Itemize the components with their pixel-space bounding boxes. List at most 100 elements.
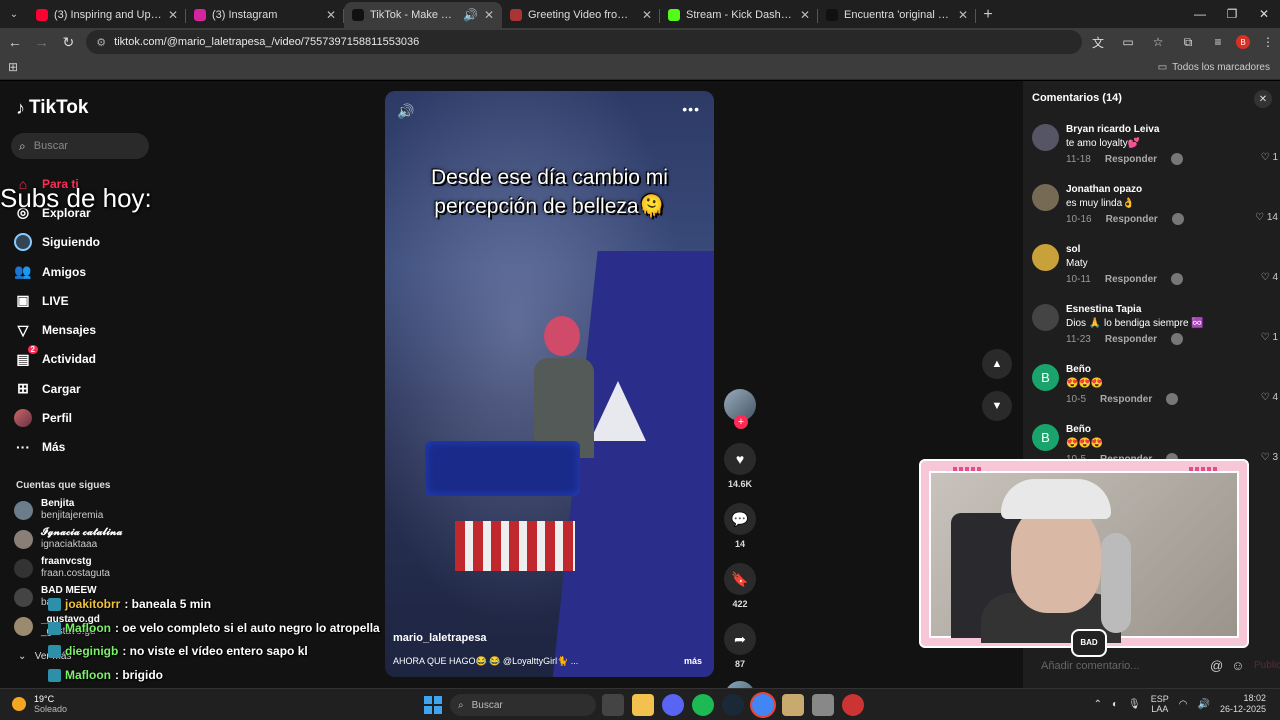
avatar[interactable]: B: [1032, 364, 1059, 391]
chrome-icon[interactable]: [752, 694, 774, 716]
apps-icon[interactable]: ⊞: [8, 60, 18, 74]
menu-icon[interactable]: ⋮: [1256, 30, 1280, 54]
volume-icon[interactable]: 🔊: [397, 103, 414, 120]
reply-button[interactable]: Responder: [1105, 274, 1157, 285]
browser-tab[interactable]: Stream - Kick Dashboard ✕: [660, 2, 818, 28]
search-input[interactable]: ⌕ Buscar: [11, 133, 149, 159]
nav-item-más[interactable]: ··· Más: [14, 433, 100, 462]
clock[interactable]: 18:02 26-12-2025: [1220, 693, 1266, 715]
steam-icon[interactable]: [722, 694, 744, 716]
spotify-icon[interactable]: [692, 694, 714, 716]
reply-button[interactable]: Responder: [1105, 154, 1157, 165]
creator-avatar[interactable]: +: [724, 389, 756, 429]
tab-close-icon[interactable]: ✕: [326, 8, 336, 22]
video-player[interactable]: Desde ese día cambio mi percepción de be…: [385, 91, 714, 677]
profile-avatar[interactable]: B: [1235, 35, 1250, 49]
task-view-icon[interactable]: [602, 694, 624, 716]
taskbar-search[interactable]: ⌕ Buscar: [450, 694, 596, 716]
site-info-icon[interactable]: ⚙: [96, 36, 106, 49]
comment-like-button[interactable]: ♡ 14: [1255, 212, 1278, 223]
discord-icon[interactable]: [662, 694, 684, 716]
share-button[interactable]: ➦: [724, 623, 756, 655]
browser-tab[interactable]: Greeting Video from Africa – de ✕: [502, 2, 660, 28]
forward-icon[interactable]: →: [30, 30, 54, 54]
comment-author[interactable]: Beño: [1066, 424, 1091, 435]
comment-like-button[interactable]: ♡ 3: [1261, 452, 1278, 463]
comment-author[interactable]: Beño: [1066, 364, 1091, 375]
start-button[interactable]: [424, 696, 442, 714]
browser-tab[interactable]: (3) Inspiring and Uplifting Back ✕: [28, 2, 186, 28]
restore-icon[interactable]: ❐: [1216, 0, 1248, 28]
comment-author[interactable]: Bryan ricardo Leiva: [1066, 124, 1159, 135]
tab-close-icon[interactable]: ✕: [958, 8, 968, 22]
nav-item-actividad[interactable]: ▤ 2 Actividad: [14, 345, 100, 374]
save-button[interactable]: 🔖: [724, 563, 756, 595]
comment-button[interactable]: 💬: [724, 503, 756, 535]
chevron-up-icon[interactable]: ⌃: [1094, 699, 1102, 710]
close-comments-button[interactable]: ✕: [1254, 90, 1272, 108]
nav-item-mensajes[interactable]: ▽ Mensajes: [14, 315, 100, 344]
publish-button[interactable]: Publicar: [1254, 660, 1280, 671]
browser-tab[interactable]: (3) Instagram ✕: [186, 2, 344, 28]
network-icon[interactable]: ◐: [1112, 699, 1118, 710]
tab-close-icon[interactable]: ✕: [642, 8, 652, 22]
all-bookmarks[interactable]: ▭ Todos los marcadores: [1158, 62, 1270, 73]
tab-close-icon[interactable]: ✕: [168, 8, 178, 22]
app-icon[interactable]: [842, 694, 864, 716]
wifi-icon[interactable]: ◠: [1179, 699, 1188, 710]
file-explorer-icon[interactable]: [632, 694, 654, 716]
back-icon[interactable]: ←: [3, 30, 27, 54]
followed-account[interactable]: Benjita benjitajeremia: [14, 498, 103, 522]
next-video-button[interactable]: ▼: [982, 391, 1012, 421]
browser-tab[interactable]: TikTok - Make Your Day 🔊 ✕: [344, 2, 502, 28]
video-more-icon[interactable]: •••: [682, 101, 700, 117]
minimize-icon[interactable]: —: [1184, 0, 1216, 28]
reply-button[interactable]: Responder: [1100, 394, 1152, 405]
reply-button[interactable]: Responder: [1106, 214, 1158, 225]
app-icon[interactable]: [812, 694, 834, 716]
weather-widget[interactable]: 19°C Soleado: [12, 694, 67, 714]
tab-search-icon[interactable]: ⌄: [0, 0, 28, 28]
comment-author[interactable]: sol: [1066, 244, 1080, 255]
mic-icon[interactable]: 🎙: [1128, 699, 1141, 710]
close-window-icon[interactable]: ✕: [1248, 0, 1280, 28]
followed-account[interactable]: 𝓘𝓰𝓷𝓪𝓬𝓲𝓪 𝓬𝓪𝓽𝓪𝓵𝓲𝓷𝓪 ignaciaktaaa: [14, 527, 122, 551]
comment-like-button[interactable]: ♡ 1: [1261, 152, 1278, 163]
extensions-icon[interactable]: ⧉: [1176, 30, 1200, 54]
emoji-icon[interactable]: ☺: [1231, 658, 1244, 673]
like-button[interactable]: ♥: [724, 443, 756, 475]
avatar[interactable]: [1032, 124, 1059, 151]
bookmark-star-icon[interactable]: ☆: [1146, 30, 1170, 54]
language-indicator[interactable]: ESP LAA: [1151, 694, 1169, 714]
translate-icon[interactable]: 文: [1086, 30, 1110, 54]
speaker-icon[interactable]: 🔊: [1198, 699, 1210, 710]
comment-like-button[interactable]: ♡ 1: [1261, 332, 1278, 343]
league-icon[interactable]: [782, 694, 804, 716]
followed-account[interactable]: fraanvcstg fraan.costaguta: [14, 556, 110, 580]
nav-item-siguiendo[interactable]: Siguiendo: [14, 228, 100, 257]
tab-audio-icon[interactable]: 🔊: [463, 8, 478, 22]
nav-item-amigos[interactable]: 👥 Amigos: [14, 257, 100, 286]
video-author[interactable]: mario_laletrapesa: [393, 632, 487, 644]
reply-button[interactable]: Responder: [1105, 334, 1157, 345]
nav-item-perfil[interactable]: Perfil: [14, 403, 100, 432]
previous-video-button[interactable]: ▲: [982, 349, 1012, 379]
url-bar[interactable]: ⚙ tiktok.com/@mario_laletrapesa_/video/7…: [86, 30, 1082, 54]
avatar[interactable]: [1032, 244, 1059, 271]
follow-plus-icon[interactable]: +: [734, 415, 748, 429]
tiktok-logo[interactable]: ♪ TikTok: [16, 97, 88, 119]
comment-author[interactable]: Jonathan opazo: [1066, 184, 1142, 195]
video-more-link[interactable]: más: [684, 656, 702, 666]
nav-item-cargar[interactable]: ⊞ Cargar: [14, 374, 100, 403]
cast-icon[interactable]: ▭: [1116, 30, 1140, 54]
tab-close-icon[interactable]: ✕: [484, 8, 494, 22]
comment-like-button[interactable]: ♡ 4: [1261, 392, 1278, 403]
nav-item-live[interactable]: ▣ LIVE: [14, 286, 100, 315]
comment-author[interactable]: Esnestina Tapia: [1066, 304, 1141, 315]
avatar[interactable]: [1032, 304, 1059, 331]
new-tab-button[interactable]: +: [976, 6, 1000, 24]
comment-like-button[interactable]: ♡ 4: [1261, 272, 1278, 283]
media-icon[interactable]: ≡: [1206, 30, 1230, 54]
avatar[interactable]: [1032, 184, 1059, 211]
reload-icon[interactable]: ↻: [57, 30, 81, 54]
